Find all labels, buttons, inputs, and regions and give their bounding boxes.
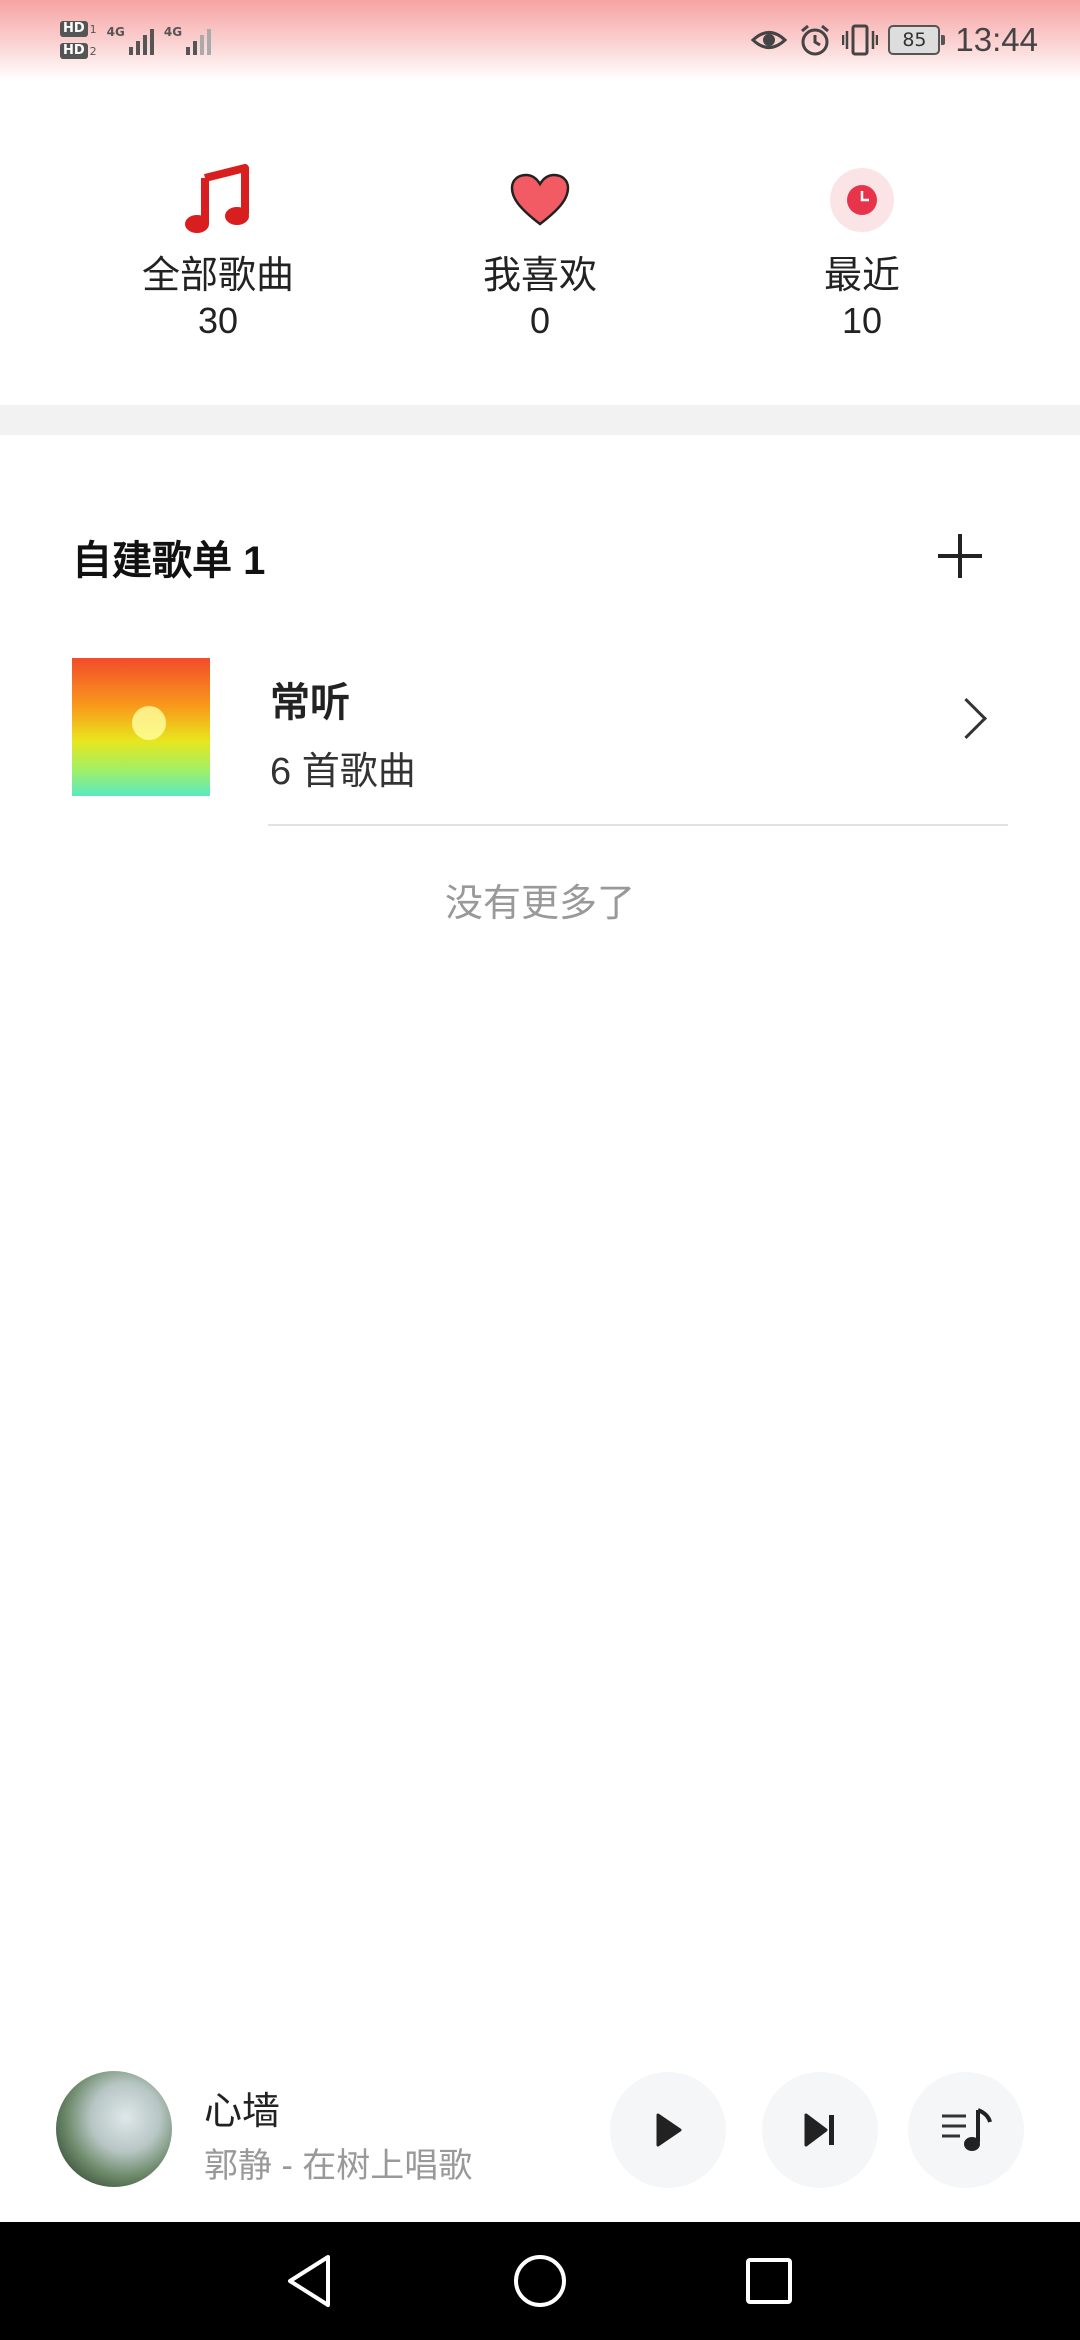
- row-divider: [268, 824, 1008, 826]
- clock-icon: [742, 150, 982, 250]
- alarm-icon: [801, 24, 830, 56]
- section-divider: [0, 405, 1080, 435]
- now-playing-artist: 郭静 - 在树上唱歌: [204, 2147, 473, 2185]
- quick-access-row: 全部歌曲 30 我喜欢 0 最近 10: [0, 150, 1080, 360]
- quick-label: 全部歌曲: [141, 255, 294, 297]
- system-nav-bar: [0, 2222, 1080, 2340]
- clock: 13:44: [955, 21, 1038, 58]
- next-icon: [804, 2113, 834, 2147]
- chevron-right-icon: [945, 697, 988, 740]
- playlist-cover-image: [72, 658, 210, 796]
- music-note-icon: [98, 150, 338, 250]
- quick-label: 最近: [823, 255, 900, 297]
- battery-level: 85: [888, 25, 941, 55]
- recents-icon: [746, 2258, 792, 2304]
- play-button[interactable]: [610, 2072, 726, 2188]
- back-icon: [288, 2255, 330, 2307]
- vibrate-icon: [842, 24, 879, 56]
- back-button[interactable]: [274, 2246, 344, 2316]
- network-type-label: 4G: [106, 25, 125, 39]
- quick-label: 我喜欢: [482, 255, 597, 297]
- playlists-section-title: 自建歌单 1: [72, 539, 266, 583]
- quick-count: 0: [529, 300, 551, 341]
- play-icon: [656, 2113, 682, 2147]
- playlist-queue-button[interactable]: [908, 2072, 1024, 2188]
- album-art-image[interactable]: [56, 2071, 172, 2187]
- home-icon: [514, 2255, 566, 2307]
- playlist-item[interactable]: 常听 6 首歌曲: [0, 640, 1080, 830]
- quick-favorites[interactable]: 我喜欢 0: [420, 150, 660, 344]
- signal-bars-icon: [186, 25, 212, 55]
- playlist-name: 常听: [270, 681, 350, 725]
- playlist-queue-icon: [942, 2108, 992, 2151]
- status-bar-right: 85 13:44: [750, 14, 1038, 66]
- add-playlist-button[interactable]: [930, 526, 990, 586]
- end-of-list-text: 没有更多了: [444, 883, 635, 925]
- status-bar-left: HD 1 HD 2 4G 4G: [60, 10, 212, 70]
- recents-button[interactable]: [734, 2246, 804, 2316]
- quick-recent[interactable]: 最近 10: [742, 150, 982, 344]
- battery-icon: 85: [888, 25, 946, 55]
- sim2-hd-badge: HD 2: [60, 43, 97, 59]
- signal-bars-icon: [128, 25, 154, 55]
- home-button[interactable]: [505, 2246, 575, 2316]
- quick-all-songs[interactable]: 全部歌曲 30: [98, 150, 338, 344]
- eye-comfort-icon: [751, 31, 788, 49]
- playlist-song-count: 6 首歌曲: [270, 751, 416, 793]
- heart-icon: [420, 150, 660, 250]
- quick-count: 10: [841, 300, 883, 341]
- status-bar: HD 1 HD 2 4G 4G 85 13:44: [0, 0, 1080, 80]
- signal-sim1: 4G: [107, 25, 154, 55]
- next-track-button[interactable]: [762, 2072, 878, 2188]
- now-playing-title: 心墙: [204, 2091, 281, 2133]
- mini-player[interactable]: 心墙 郭静 - 在树上唱歌: [0, 2060, 1080, 2220]
- sim-indicators: HD 1 HD 2: [60, 21, 97, 59]
- quick-count: 30: [197, 300, 239, 341]
- sim1-hd-badge: HD 1: [60, 21, 97, 37]
- signal-sim2: 4G: [163, 25, 212, 55]
- network-type-label: 4G: [163, 25, 183, 39]
